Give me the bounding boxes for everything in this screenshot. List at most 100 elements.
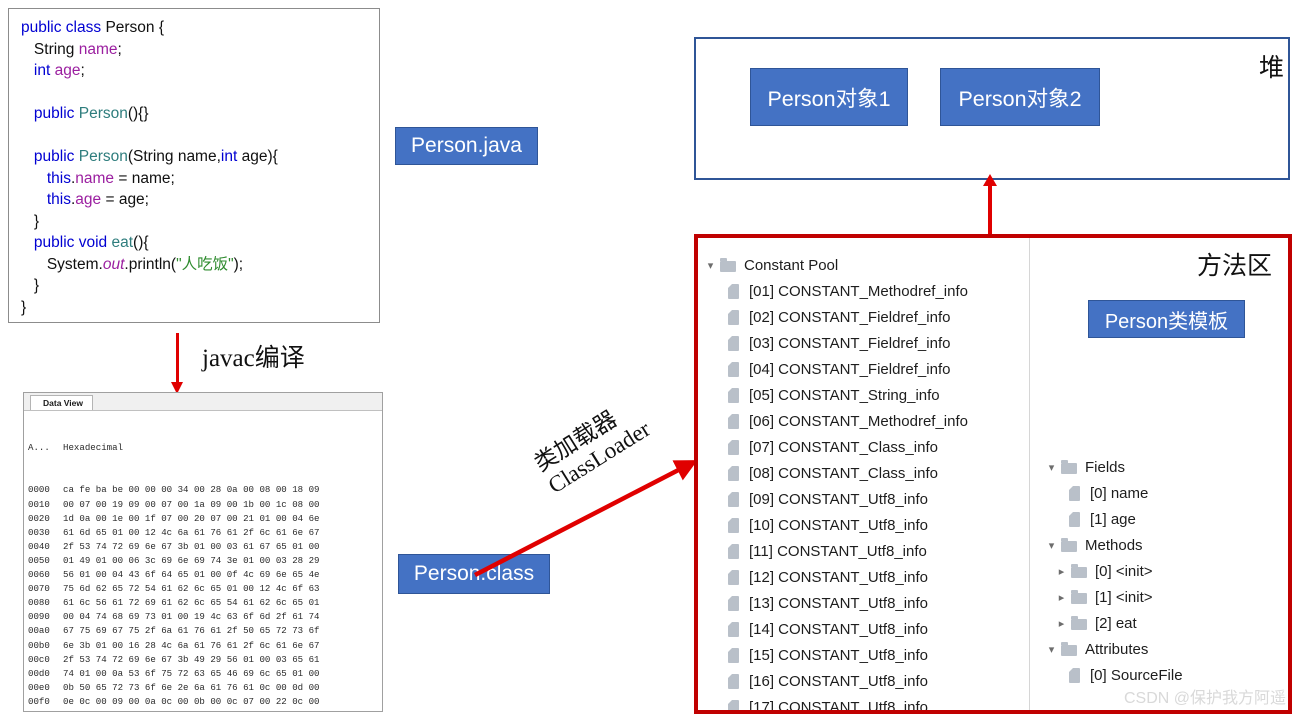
chevron-down-icon[interactable]: ▾ [1043,643,1060,656]
tree-row[interactable]: ▾ Fields [1043,454,1288,480]
constant-pool-entry-label: [03] CONSTANT_Fieldref_info [749,334,951,352]
hex-row: 0040 2f 53 74 72 69 6e 67 3b 01 00 03 61 … [28,540,382,554]
method-area-to-heap-arrow [982,174,997,235]
constant-pool-entry-label: [06] CONSTANT_Methodref_info [749,412,968,430]
source-code-panel: public class Person { String name; int a… [8,8,380,323]
hex-row: 0070 75 6d 62 65 72 54 61 62 6c 65 01 00 … [28,582,382,596]
hex-bytes: 0e 0c 00 09 00 0a 0c 00 0b 00 0c 07 00 2… [63,695,320,707]
tree-row[interactable]: [02] CONSTANT_Fieldref_info [702,304,1027,330]
file-icon [724,283,745,299]
file-icon [724,543,745,559]
hex-bytes: 61 6d 65 01 00 12 4c 6a 61 76 61 2f 6c 6… [63,526,320,538]
hex-address: 0070 [28,583,50,595]
tree-row[interactable]: [06] CONSTANT_Methodref_info [702,408,1027,434]
code-token: name [78,40,118,58]
tree-row[interactable]: [11] CONSTANT_Utf8_info [702,538,1027,564]
file-icon [724,699,745,710]
code-token: } [21,212,40,230]
hex-address: 0090 [28,611,50,623]
watermark: CSDN @保护我方阿遥 [1123,690,1286,707]
tree-row[interactable]: [08] CONSTANT_Class_info [702,460,1027,486]
constant-pool-entry-label: [08] CONSTANT_Class_info [749,464,938,482]
constant-pool-entry-label: [16] CONSTANT_Utf8_info [749,672,928,690]
tree-row[interactable]: [03] CONSTANT_Fieldref_info [702,330,1027,356]
constant-pool-entry-label: [12] CONSTANT_Utf8_info [749,568,928,586]
tree-row[interactable]: [1] age [1043,506,1288,532]
file-icon [724,647,745,663]
hex-addr-header: A... [28,442,50,454]
code-token: = name; [114,169,175,187]
hex-address: 0080 [28,597,50,609]
tree-row[interactable]: [12] CONSTANT_Utf8_info [702,564,1027,590]
tree-row[interactable]: ▸ [1] <init> [1043,584,1288,610]
hex-address: 0030 [28,526,50,538]
folder-icon [1060,459,1081,475]
chevron-right-icon[interactable]: ▸ [1053,565,1070,578]
tree-row[interactable]: [17] CONSTANT_Utf8_info [702,694,1027,710]
hex-tab-bar: Data View [24,393,382,411]
chevron-right-icon[interactable]: ▸ [1053,591,1070,604]
code-line: public void eat(){ [21,232,379,254]
chevron-down-icon[interactable]: ▾ [1043,539,1060,552]
chevron-down-icon[interactable]: ▾ [702,259,719,272]
folder-icon [1060,641,1081,657]
code-line: this.name = name; [21,168,379,190]
heap-object-1: Person对象1 [750,68,908,126]
code-line: this.age = age; [21,189,379,211]
tree-row[interactable]: [05] CONSTANT_String_info [702,382,1027,408]
code-line: int age; [21,60,379,82]
code-token: (){ [133,234,149,251]
hex-bytes: 74 01 00 0a 53 6f 75 72 63 65 46 69 6c 6… [63,667,320,679]
hex-column-headers: A... Hexadecimal [28,441,382,455]
constant-pool-entry-label: [11] CONSTANT_Utf8_info [749,542,927,560]
hex-address: 0010 [28,498,50,510]
file-icon [724,621,745,637]
constant-pool-entry-label: [02] CONSTANT_Fieldref_info [749,308,951,326]
tree-row[interactable]: [16] CONSTANT_Utf8_info [702,668,1027,694]
hex-row: 0060 56 01 00 04 43 6f 64 65 01 00 0f 4c … [28,568,382,582]
folder-icon [1060,537,1081,553]
code-token: public [33,148,79,165]
tree-row[interactable]: [0] name [1043,480,1288,506]
code-token: ; [80,62,85,79]
code-token: age){ [237,148,278,165]
hex-bytes: 6e 3b 01 00 16 28 4c 6a 61 76 61 2f 6c 6… [63,639,320,651]
javac-compile-label: javac编译 [202,345,305,372]
person-class-template-box: Person类模板 [1088,300,1245,338]
hex-address: 00e0 [28,681,50,693]
tree-row[interactable]: ▸ [0] <init> [1043,558,1288,584]
tree-row[interactable]: [10] CONSTANT_Utf8_info [702,512,1027,538]
hex-rows-container: 0000 ca fe ba be 00 00 00 34 00 28 0a 00 … [28,483,382,711]
file-icon [724,439,745,455]
code-token: } [21,298,27,316]
class-tree-node-label: [1] <init> [1095,588,1153,606]
constant-pool-entry-label: [07] CONSTANT_Class_info [749,438,938,456]
chevron-right-icon[interactable]: ▸ [1053,617,1070,630]
code-token: public class [21,19,106,36]
hex-hexadecimal-header: Hexadecimal [63,442,124,454]
tree-row[interactable]: [14] CONSTANT_Utf8_info [702,616,1027,642]
hex-row: 0050 01 49 01 00 06 3c 69 6e 69 74 3e 01 … [28,554,382,568]
code-token: age [75,191,102,208]
tree-row[interactable]: [15] CONSTANT_Utf8_info [702,642,1027,668]
tree-row[interactable]: [09] CONSTANT_Utf8_info [702,486,1027,512]
hex-row: 0000 ca fe ba be 00 00 00 34 00 28 0a 00 … [28,483,382,497]
tree-row[interactable]: ▸ [2] eat [1043,610,1288,636]
hex-address: 0100 [28,709,63,711]
hex-row: 0030 61 6d 65 01 00 12 4c 6a 61 76 61 2f … [28,526,382,540]
tree-row[interactable]: [07] CONSTANT_Class_info [702,434,1027,460]
code-token: name [75,169,115,187]
code-token: .println( [124,255,177,273]
tree-row[interactable]: [13] CONSTANT_Utf8_info [702,590,1027,616]
tree-row[interactable]: [04] CONSTANT_Fieldref_info [702,356,1027,382]
code-token: public void [33,234,112,251]
tab-data-view[interactable]: Data View [30,395,94,410]
tree-row[interactable]: ▾ Attributes [1043,636,1288,662]
tree-row-constant-pool-root[interactable]: ▾ Constant Pool [702,252,1027,278]
chevron-down-icon[interactable]: ▾ [1043,461,1060,474]
tree-row[interactable]: ▾ Methods [1043,532,1288,558]
tree-row[interactable]: [01] CONSTANT_Methodref_info [702,278,1027,304]
